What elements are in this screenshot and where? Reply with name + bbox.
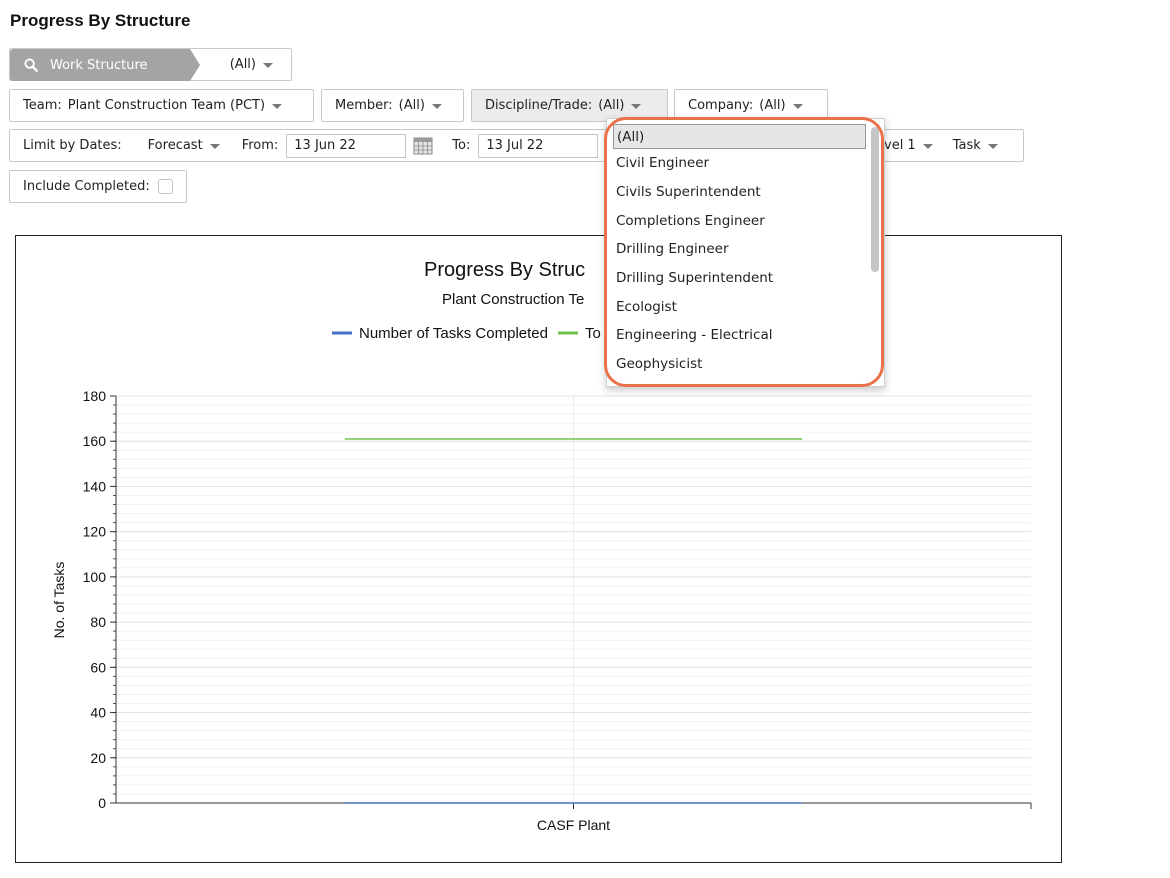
dropdown-option[interactable]: Drilling Superintendent [607, 264, 884, 293]
date-mode-select[interactable]: Forecast [148, 138, 220, 153]
y-tick-label: 180 [83, 388, 107, 404]
y-tick-label: 80 [90, 614, 106, 630]
dropdown-option[interactable]: Civils Superintendent [607, 178, 884, 207]
company-value: (All) [759, 98, 786, 113]
dropdown-option[interactable]: Drilling Engineer [607, 235, 884, 264]
progress-chart: Progress By Struc Plant Construction Te … [51, 259, 1032, 833]
chart-panel: Progress By Struc Plant Construction Te … [15, 235, 1062, 863]
team-value: Plant Construction Team (PCT) [67, 98, 266, 113]
member-label: Member: [335, 98, 393, 113]
work-structure-value: (All) [229, 57, 256, 72]
y-tick-label: 120 [83, 524, 107, 540]
member-value: (All) [398, 98, 425, 113]
level-task-bar: vel 1 Task [862, 129, 1024, 162]
date-mode-value: Forecast [147, 138, 203, 153]
task-select[interactable]: Task [953, 138, 998, 153]
chevron-down-icon [263, 63, 273, 68]
dropdown-option[interactable]: Completions Engineer [607, 206, 884, 235]
discipline-dropdown-list[interactable]: (All) Civil Engineer Civils Superintendent… [606, 118, 885, 387]
search-icon [24, 58, 38, 72]
chevron-down-icon [792, 104, 803, 109]
level-value: vel 1 [884, 138, 916, 153]
company-label: Company: [688, 98, 754, 113]
work-structure-tag[interactable]: Work Structure [10, 49, 200, 81]
x-tick-label: CASF Plant [537, 817, 610, 833]
chevron-down-icon [987, 144, 998, 149]
chevron-down-icon [431, 104, 442, 109]
to-label: To: [452, 138, 471, 153]
discipline-label: Discipline/Trade: [485, 98, 593, 113]
chevron-down-icon [631, 104, 642, 109]
task-value: Task [952, 138, 981, 153]
y-tick-label: 0 [98, 795, 106, 811]
date-limit-bar: Limit by Dates: Forecast From: 13 Jun 22… [9, 129, 609, 162]
include-completed-label: Include Completed: [23, 179, 150, 194]
page-title: Progress By Structure [10, 11, 191, 30]
to-date-value: 13 Jul 22 [486, 138, 544, 153]
y-axis-label: No. of Tasks [51, 562, 67, 639]
y-tick-label: 100 [83, 569, 107, 585]
from-date-input[interactable]: 13 Jun 22 [286, 133, 407, 158]
team-filter[interactable]: Team: Plant Construction Team (PCT) [9, 89, 314, 122]
legend-label: To [585, 325, 601, 342]
y-tick-label: 140 [83, 478, 107, 494]
chart-title: Progress By Struc [424, 259, 585, 281]
chevron-down-icon [209, 144, 220, 149]
work-structure-label: Work Structure [50, 57, 148, 73]
y-tick-label: 40 [90, 705, 106, 721]
dropdown-option[interactable]: Civil Engineer [607, 149, 884, 178]
dropdown-option[interactable]: Ecologist [607, 292, 884, 321]
dropdown-option[interactable]: (All) [613, 124, 866, 149]
y-tick-label: 160 [83, 433, 107, 449]
chevron-down-icon [922, 144, 933, 149]
y-tick-label: 60 [90, 659, 106, 675]
chart-subtitle: Plant Construction Te [442, 291, 584, 308]
level-select[interactable]: vel 1 [884, 138, 933, 153]
dropdown-scrollbar[interactable] [871, 127, 879, 272]
legend-label: Number of Tasks Completed [359, 325, 548, 342]
dropdown-option[interactable]: Geophysicist [607, 350, 884, 379]
discipline-value: (All) [598, 98, 625, 113]
team-label: Team: [23, 98, 62, 113]
y-tick-label: 20 [90, 750, 106, 766]
include-completed-group: Include Completed: [9, 170, 187, 203]
from-date-value: 13 Jun 22 [294, 138, 356, 153]
from-label: From: [241, 138, 279, 153]
limit-by-dates-label: Limit by Dates: [23, 138, 122, 153]
member-filter[interactable]: Member: (All) [321, 89, 464, 122]
to-date-input[interactable]: 13 Jul 22 [478, 133, 599, 158]
chevron-down-icon [272, 104, 283, 109]
calendar-icon[interactable] [413, 137, 433, 155]
dropdown-option[interactable]: Engineering - Electrical [607, 321, 884, 350]
include-completed-checkbox[interactable] [157, 179, 173, 194]
